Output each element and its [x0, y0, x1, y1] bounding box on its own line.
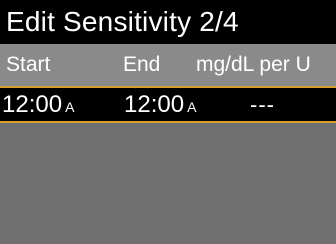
column-header-start: Start [6, 53, 51, 76]
end-ampm-indicator: A [187, 99, 197, 115]
column-header-rate: mg/dL per U [196, 53, 311, 76]
sensitivity-value-cell[interactable]: --- [250, 88, 275, 121]
end-time-cell[interactable]: 12:00 A [124, 88, 196, 121]
column-header-row: Start End mg/dL per U [0, 44, 336, 86]
screen-title: Edit Sensitivity 2/4 [6, 6, 239, 37]
device-screen: Edit Sensitivity 2/4 Start End mg/dL per… [0, 0, 336, 244]
column-header-end: End [123, 53, 161, 76]
sensitivity-row-selected[interactable]: 12:00 A 12:00 A --- [0, 86, 336, 123]
end-time-value: 12:00 [124, 91, 185, 118]
start-time-cell[interactable]: 12:00 A [2, 88, 74, 121]
start-ampm-indicator: A [65, 99, 75, 115]
start-time-value: 12:00 [2, 91, 63, 118]
title-bar: Edit Sensitivity 2/4 [0, 0, 336, 44]
